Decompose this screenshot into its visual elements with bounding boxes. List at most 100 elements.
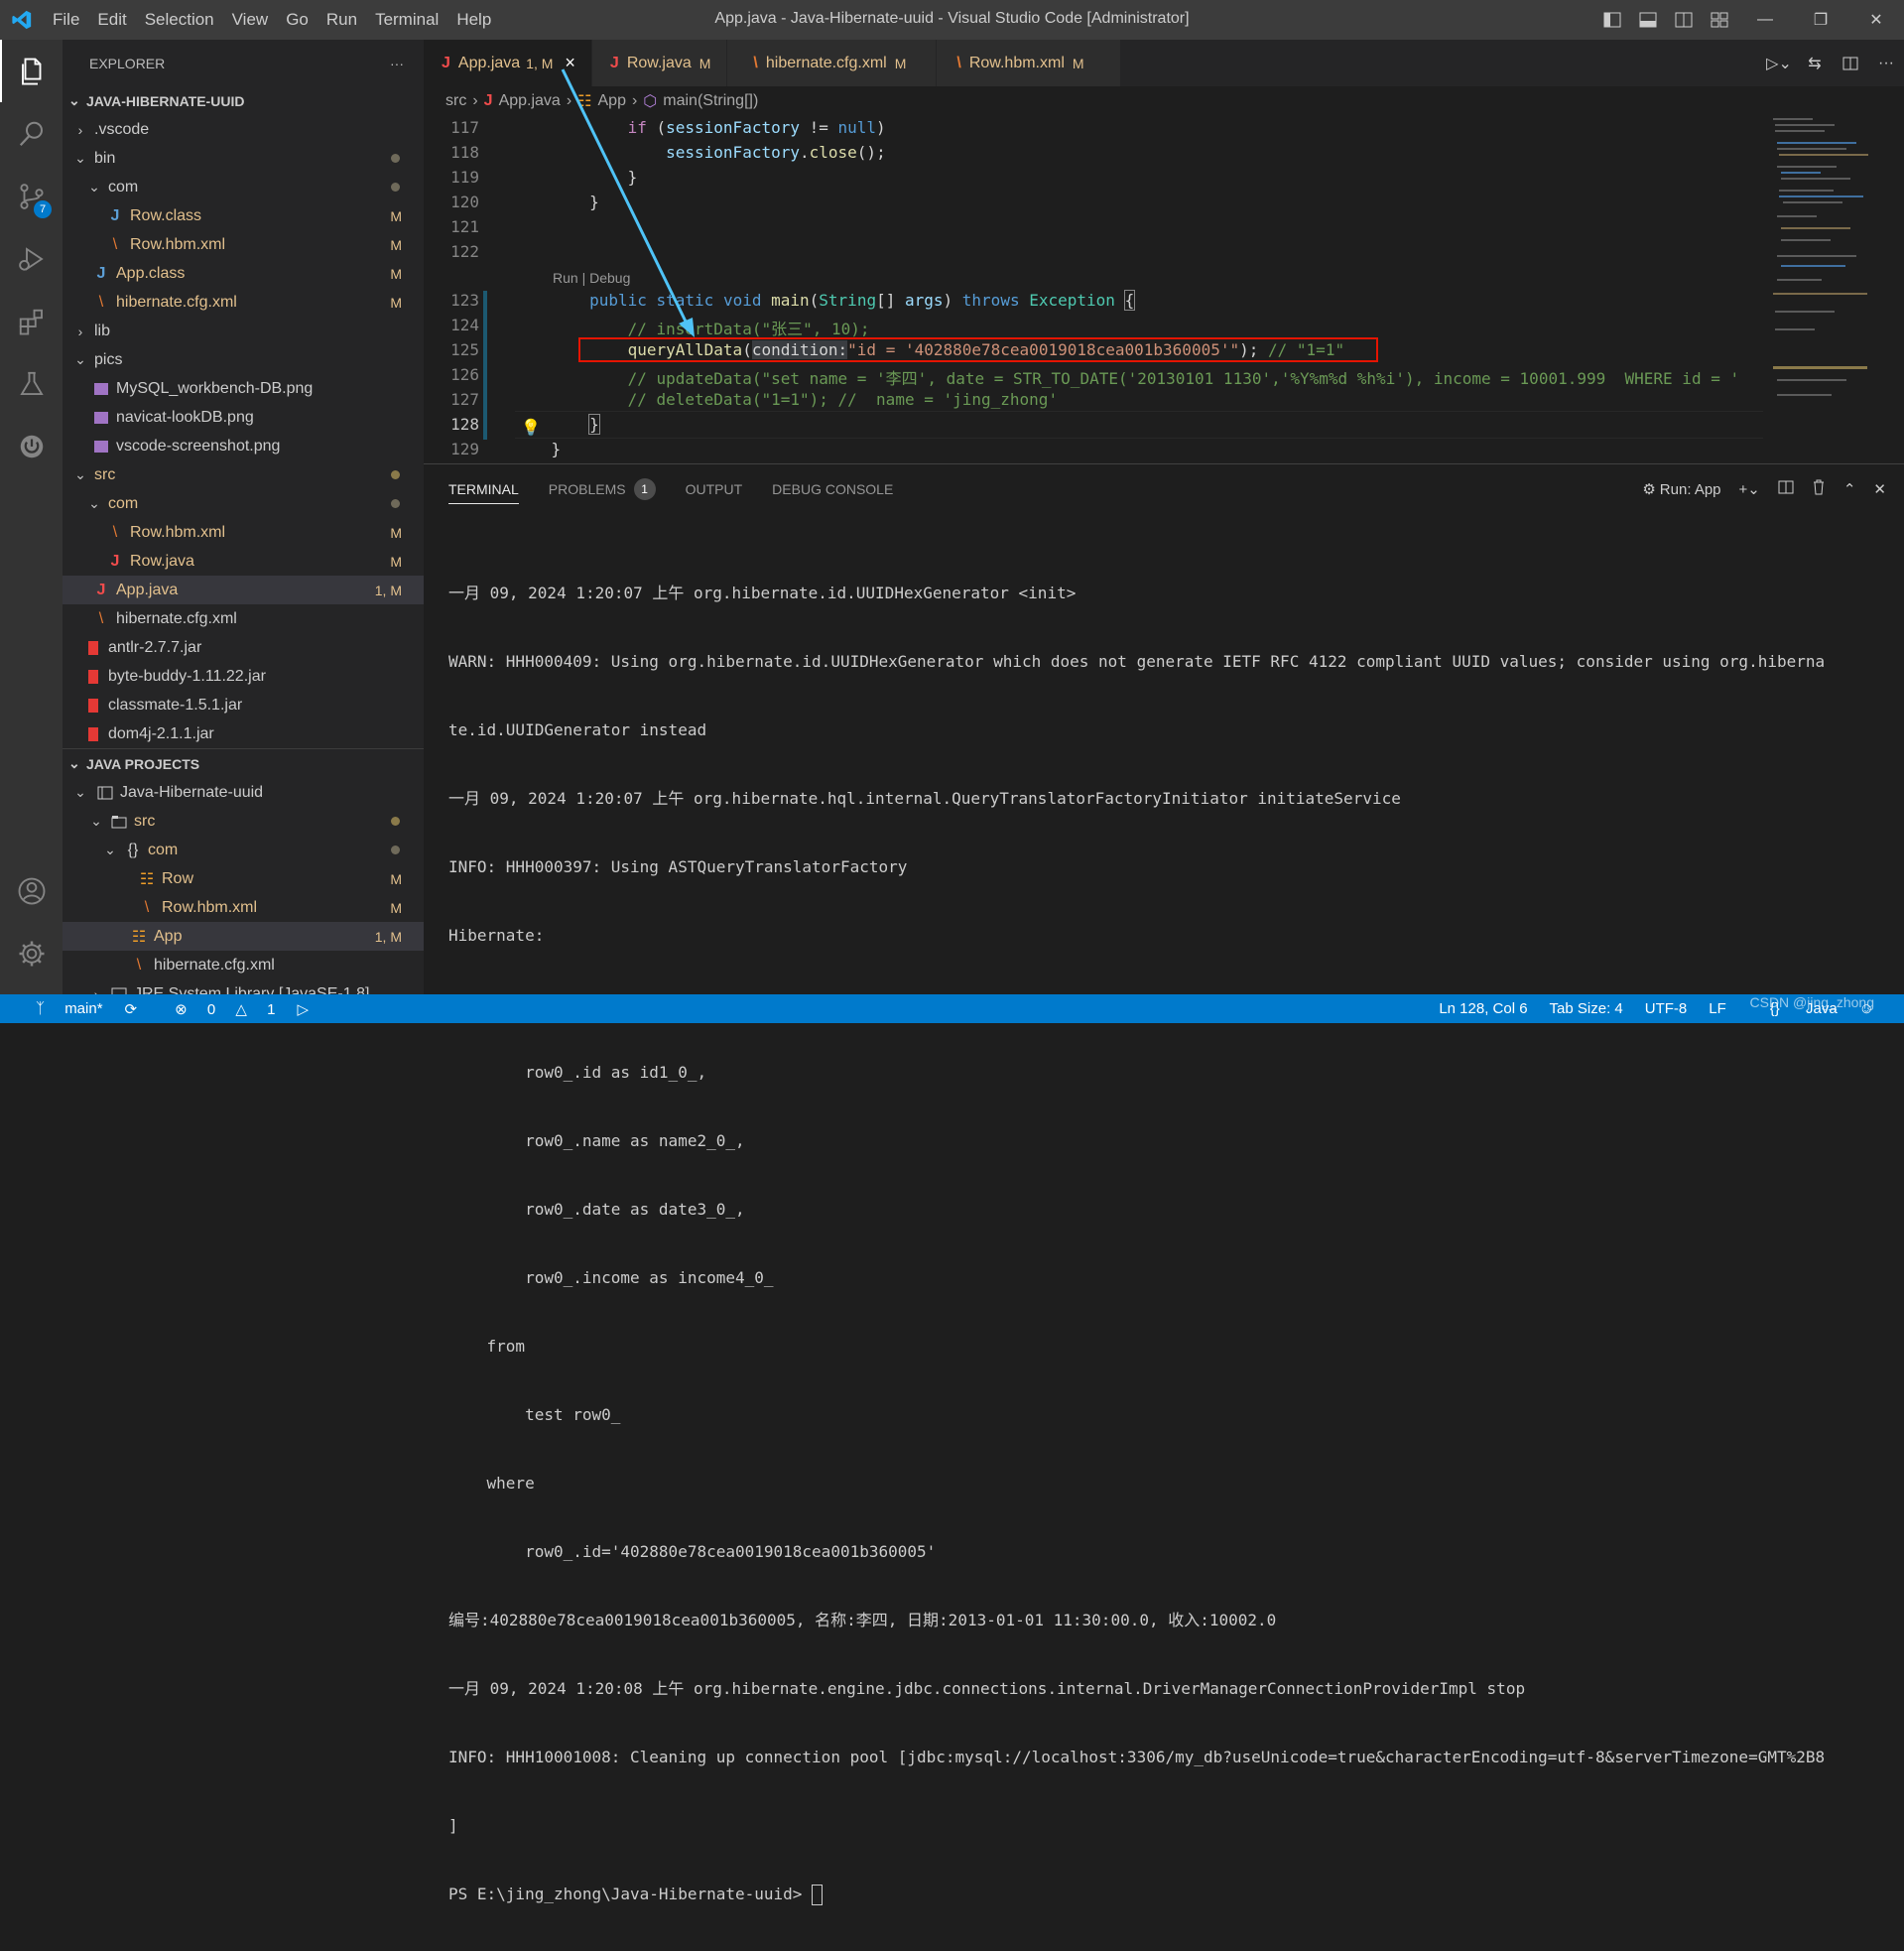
accounts-icon[interactable] (0, 859, 63, 922)
codelens-run-debug[interactable]: Run | Debug (553, 270, 630, 286)
tree-item-bin[interactable]: ⌄ bin (63, 144, 424, 173)
tab-size[interactable]: Tab Size: 4 (1550, 1000, 1623, 1017)
tree-item-navicat-png[interactable]: navicat-lookDB.png (63, 403, 424, 432)
project-section-header[interactable]: ⌄ JAVA-HIBERNATE-UUID (63, 86, 424, 115)
sync-icon[interactable]: ⟳ (125, 1000, 138, 1018)
tab-row-hbm-xml[interactable]: \ Row.hbm.xml M (937, 40, 1121, 86)
search-icon[interactable] (0, 102, 63, 165)
close-window-icon[interactable]: ✕ (1848, 0, 1904, 40)
terminal-run-label[interactable]: Run: App (1660, 481, 1721, 498)
close-panel-icon[interactable]: ✕ (1873, 480, 1886, 498)
testing-icon[interactable] (0, 352, 63, 415)
java-projects-section-header[interactable]: ⌄ JAVA PROJECTS (63, 748, 424, 778)
terminal-output[interactable]: 一月 09, 2024 1:20:07 上午 org.hibernate.id.… (448, 536, 1897, 1951)
encoding[interactable]: UTF-8 (1645, 1000, 1688, 1017)
code-line: } (513, 168, 638, 187)
settings-gear-icon[interactable] (0, 922, 63, 984)
tree-item-lib[interactable]: › lib (63, 317, 424, 345)
menu-file[interactable]: File (44, 10, 88, 30)
java-class-row[interactable]: ☷ Row M (63, 864, 424, 893)
tree-item-row-hbm-xml[interactable]: \ Row.hbm.xml M (63, 230, 424, 259)
line-ending[interactable]: LF (1709, 1000, 1726, 1017)
new-terminal-icon[interactable]: +⌄ (1739, 480, 1760, 498)
more-actions-icon[interactable]: ··· (390, 56, 404, 71)
tree-item-src-row-hbm-xml[interactable]: \ Row.hbm.xml M (63, 518, 424, 547)
terminal-line: 一月 09, 2024 1:20:07 上午 org.hibernate.hql… (448, 789, 1401, 808)
toggle-sidebar-icon[interactable] (1594, 0, 1630, 40)
tab-row-java[interactable]: J Row.java M (591, 40, 728, 86)
split-editor-icon[interactable] (1833, 57, 1868, 70)
run-play-icon[interactable]: ▷⌄ (1761, 54, 1797, 73)
restore-icon[interactable]: ❐ (1793, 0, 1848, 40)
tab-hibernate-cfg[interactable]: \ hibernate.cfg.xml M (727, 40, 938, 86)
editor-more-icon[interactable]: ··· (1868, 55, 1904, 72)
menu-edit[interactable]: Edit (88, 10, 135, 30)
java-package-com[interactable]: ⌄{} com (63, 836, 424, 864)
tree-item-vscode[interactable]: › .vscode (63, 115, 424, 144)
tree-item-byte-buddy-jar[interactable]: byte-buddy-1.11.22.jar (63, 662, 424, 691)
tree-item-classmate-jar[interactable]: classmate-1.5.1.jar (63, 691, 424, 719)
tree-item-mysql-png[interactable]: MySQL_workbench-DB.png (63, 374, 424, 403)
menu-terminal[interactable]: Terminal (366, 10, 447, 30)
tree-item-app-java[interactable]: J App.java 1, M (63, 576, 424, 604)
git-gutter-modified (483, 291, 487, 440)
problems-status[interactable]: ⊗ 0 △ 1 (159, 1000, 275, 1018)
branch-status[interactable]: ᛉ main* (20, 1000, 103, 1017)
breadcrumb-method[interactable]: main(String[]) (663, 92, 758, 110)
breadcrumb-file[interactable]: App.java (499, 92, 561, 110)
open-changes-icon[interactable]: ⇆ (1797, 54, 1833, 73)
tree-item-hibernate-cfg-src[interactable]: \ hibernate.cfg.xml (63, 604, 424, 633)
menu-run[interactable]: Run (317, 10, 366, 30)
tree-item-row-java[interactable]: J Row.java M (63, 547, 424, 576)
explorer-icon[interactable] (0, 40, 63, 102)
java-src-item[interactable]: ⌄ src (63, 807, 424, 836)
tree-item-antlr-jar[interactable]: antlr-2.7.7.jar (63, 633, 424, 662)
spring-boot-icon[interactable] (0, 415, 63, 477)
panel-tab-output[interactable]: OUTPUT (686, 481, 743, 497)
lightbulb-icon[interactable]: 💡 (521, 418, 541, 438)
tree-item-vscode-png[interactable]: vscode-screenshot.png (63, 432, 424, 460)
tree-item-pics[interactable]: ⌄ pics (63, 345, 424, 374)
menu-go[interactable]: Go (277, 10, 317, 30)
source-control-icon[interactable]: 7 (0, 165, 63, 227)
java-class-app[interactable]: ☷ App 1, M (63, 922, 424, 951)
explorer-sidebar: EXPLORER ··· ⌄ JAVA-HIBERNATE-UUID › .vsco… (63, 40, 424, 994)
java-resource-row-hbm[interactable]: \ Row.hbm.xml M (63, 893, 424, 922)
line-number: 120 (450, 193, 479, 211)
java-project-item[interactable]: ⌄ Java-Hibernate-uuid (63, 778, 424, 807)
customize-layout-icon[interactable] (1702, 0, 1737, 40)
tab-app-java[interactable]: J App.java 1, M × (424, 40, 592, 86)
menu-view[interactable]: View (223, 10, 278, 30)
tree-item-src[interactable]: ⌄ src (63, 460, 424, 489)
java-resource-hibernate-cfg[interactable]: \ hibernate.cfg.xml (63, 951, 424, 979)
code-editor[interactable]: 117 118 119 120 121 122 123 124 125 126 … (424, 116, 1763, 463)
panel-tab-terminal[interactable]: TERMINAL (448, 481, 519, 504)
tree-item-row-class[interactable]: J Row.class M (63, 201, 424, 230)
java-jre-library[interactable]: › JRE System Library [JavaSE-1.8] (63, 979, 424, 994)
menu-selection[interactable]: Selection (136, 10, 223, 30)
toggle-panel-icon[interactable] (1630, 0, 1666, 40)
minimap[interactable] (1763, 116, 1892, 463)
tree-item-dom4j-jar[interactable]: dom4j-2.1.1.jar (63, 719, 424, 748)
panel-tab-problems[interactable]: PROBLEMS 1 (549, 478, 656, 500)
tree-item-bin-com[interactable]: ⌄ com (63, 173, 424, 201)
cursor-position[interactable]: Ln 128, Col 6 (1439, 1000, 1527, 1017)
run-debug-icon[interactable] (0, 227, 63, 290)
toggle-secondary-sidebar-icon[interactable] (1666, 0, 1702, 40)
split-terminal-icon[interactable] (1778, 480, 1794, 498)
tree-item-app-class[interactable]: J App.class M (63, 259, 424, 288)
chevron-down-icon: ⌄ (88, 495, 100, 511)
run-debug-status-icon[interactable]: ▷ (297, 1000, 309, 1018)
minimize-icon[interactable]: — (1737, 0, 1793, 40)
panel-tab-debug-console[interactable]: DEBUG CONSOLE (772, 481, 893, 497)
close-tab-icon[interactable]: × (565, 53, 575, 73)
extensions-icon[interactable] (0, 290, 63, 352)
breadcrumb-class[interactable]: App (598, 92, 626, 110)
breadcrumb-src[interactable]: src (445, 92, 466, 110)
maximize-panel-icon[interactable]: ⌃ (1843, 480, 1856, 498)
jar-file-icon (82, 640, 104, 656)
tree-item-hibernate-cfg-bin[interactable]: \ hibernate.cfg.xml M (63, 288, 424, 317)
trash-icon[interactable] (1812, 479, 1826, 499)
tree-item-src-com[interactable]: ⌄ com (63, 489, 424, 518)
menu-help[interactable]: Help (447, 10, 500, 30)
